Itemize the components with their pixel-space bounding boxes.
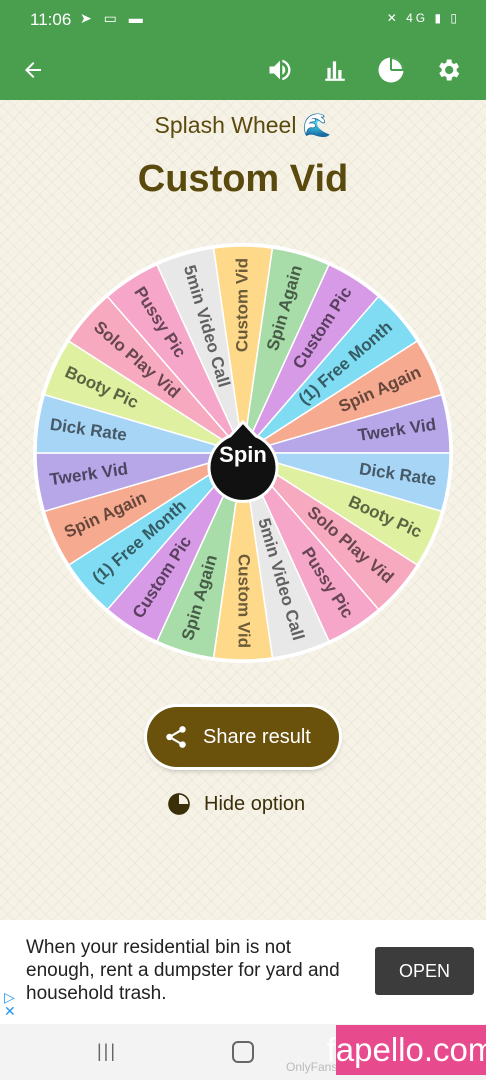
wheel-segment-label: Custom Vid xyxy=(232,258,251,352)
site-watermark: fapello.com xyxy=(327,1025,486,1075)
ad-text: When your residential bin is not enough,… xyxy=(26,937,340,1004)
status-time: 11:06 xyxy=(30,10,72,29)
pie-icon[interactable] xyxy=(375,54,407,86)
wheel-subtitle: Splash Wheel 🌊 xyxy=(154,112,332,138)
mute-icon: ✕ xyxy=(386,11,400,25)
signal-icons: ✕ 4G ▮ ▯ xyxy=(386,11,460,25)
network-type: 4G xyxy=(406,11,429,25)
ad-banner[interactable]: When your residential bin is not enough,… xyxy=(0,920,486,1024)
hide-option-label: Hide option xyxy=(204,792,306,815)
gear-icon[interactable] xyxy=(432,54,464,86)
spin-wheel[interactable]: Custom Vid Spin AgainCustom Pic(1) Free M… xyxy=(30,240,456,666)
wheel-segment-label: Custom Vid xyxy=(235,554,254,648)
back-arrow-icon[interactable] xyxy=(17,54,49,86)
pie-icon xyxy=(166,791,192,817)
result-title: Custom Vid xyxy=(137,158,349,200)
home-icon[interactable] xyxy=(232,1041,254,1063)
volume-icon[interactable] xyxy=(264,54,296,86)
ad-open-button[interactable]: OPEN xyxy=(375,947,474,995)
share-result-label: Share result xyxy=(203,725,311,748)
share-icon xyxy=(163,724,189,750)
bar-chart-icon[interactable] xyxy=(319,54,351,86)
recent-apps-icon[interactable]: ||| xyxy=(97,1041,117,1062)
hide-option-button[interactable]: Hide option xyxy=(166,791,305,817)
notification-icons: ➤ ▭ ▬ xyxy=(80,10,147,26)
app-bar xyxy=(0,40,486,100)
spin-label: Spin xyxy=(219,442,267,467)
share-result-button[interactable]: Share result xyxy=(147,707,339,767)
status-bar: 11:06 ➤ ▭ ▬ ✕ 4G ▮ ▯ xyxy=(0,0,486,40)
ad-choices-icon[interactable]: ▷ ✕ xyxy=(4,990,16,1018)
